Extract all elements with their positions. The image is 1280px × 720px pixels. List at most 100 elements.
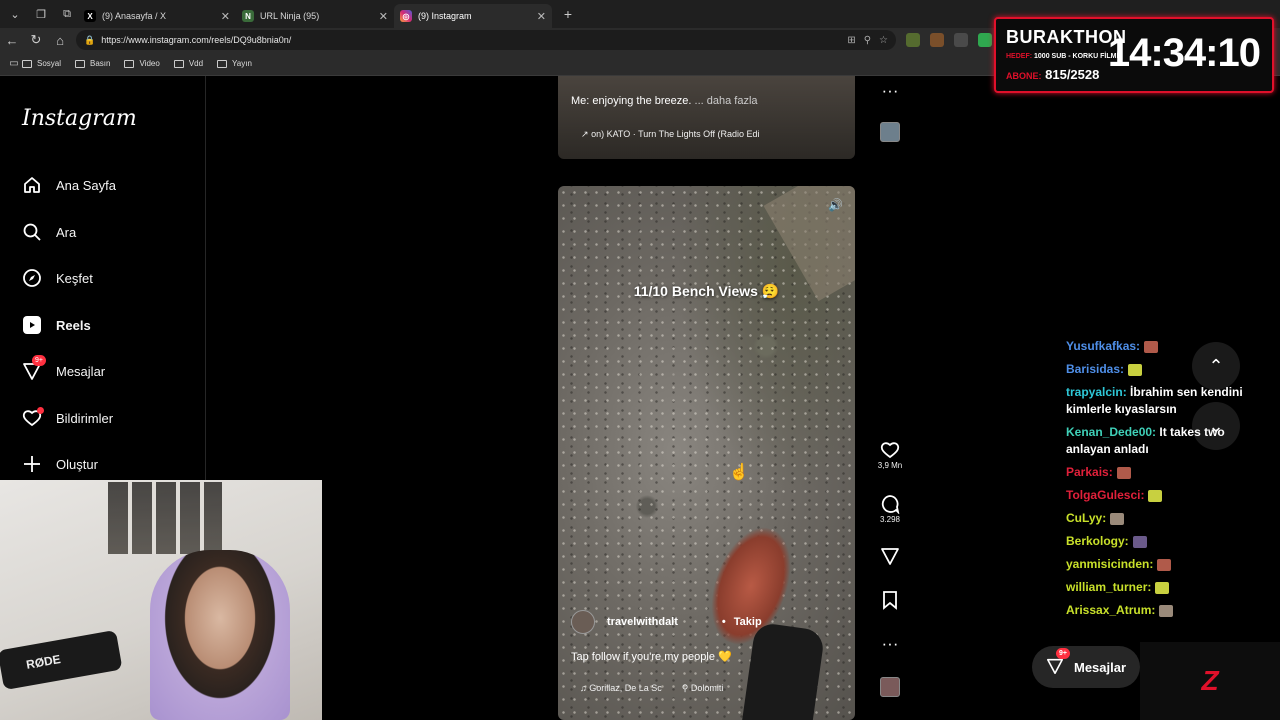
comment-count: 3.298 [879, 515, 901, 524]
workspaces-icon[interactable]: ❐ [30, 4, 52, 24]
chat-username: TolgaGulesci: [1066, 488, 1145, 502]
extension-icon[interactable] [954, 33, 968, 47]
messages-button[interactable]: 9+ Mesajlar [1032, 646, 1140, 688]
chat-message: TolgaGulesci: [1066, 487, 1266, 504]
save-button[interactable] [872, 590, 908, 610]
instagram-logo[interactable]: Instagram [22, 106, 137, 131]
goal-prefix: HEDEF: [1006, 53, 1033, 60]
more-options-icon[interactable]: ··· [872, 81, 908, 101]
url-input[interactable]: 🔒 https://www.instagram.com/reels/DQ9u8b… [76, 30, 896, 50]
app-icon[interactable]: ⊞ [847, 35, 855, 46]
sidebar-item-home[interactable]: Ana Sayfa [22, 175, 116, 195]
reel-music[interactable]: ♫ Gorillaz, De La Sc [580, 683, 662, 694]
previous-reel[interactable]: Me: enjoying the breeze. ... daha fazla … [558, 76, 855, 159]
reel-location[interactable]: ⚲ Dolomiti [682, 683, 724, 694]
tab-actions-icon[interactable]: ⧉ [56, 4, 78, 24]
sub-count: 815/2528 [1045, 67, 1100, 82]
folder-icon [75, 59, 86, 68]
chat-message: Berkology: [1066, 533, 1266, 550]
sidebar-item-label: Ara [56, 224, 77, 240]
heart-icon [872, 440, 908, 460]
zoom-icon[interactable]: ⚲ [864, 35, 871, 46]
emote-icon [1110, 512, 1125, 525]
follow-button[interactable]: Takip [734, 616, 762, 628]
bookmark-folder[interactable]: Sosyal [22, 59, 61, 68]
chat-username: Arissax_Atrum: [1066, 603, 1156, 617]
reel-music[interactable]: ↗ on) KATO · Turn The Lights Off (Radio … [581, 129, 759, 140]
reel-meta: ♫ Gorillaz, De La Sc ⚲ Dolomiti [580, 683, 723, 694]
emote-icon [1116, 466, 1131, 479]
chat-message: Parkais: [1066, 464, 1266, 481]
reel-video[interactable]: 🔊 11/10 Bench Views 😮‍💨 travelwithdalt •… [558, 186, 855, 720]
location-label: Dolomiti [690, 683, 724, 693]
comment-button[interactable]: 3.298 [872, 494, 908, 524]
tab-x[interactable]: X (9) Anasayfa / X ✕ [78, 4, 236, 28]
chat-message: Arissax_Atrum: [1066, 602, 1266, 619]
sidebar-item-explore[interactable]: Keşfet [22, 268, 93, 288]
url-text: https://www.instagram.com/reels/DQ9u8bni… [101, 35, 292, 45]
home-icon [22, 175, 42, 195]
bookmark-folder[interactable]: Basın [75, 59, 110, 68]
tab-instagram[interactable]: ◎ (9) Instagram ✕ [394, 4, 552, 28]
close-icon[interactable]: ✕ [379, 10, 388, 23]
back-icon[interactable]: ← [0, 29, 24, 51]
more-options-icon[interactable]: ··· [872, 634, 908, 654]
sidebar-item-search[interactable]: Ara [22, 222, 76, 242]
bookmark-icon [872, 590, 908, 610]
sidebar-item-label: Reels [56, 317, 91, 333]
chat-message: Kenan_Dede00: It takes two anlayan anlad… [1066, 424, 1266, 458]
bookmark-label: Basın [90, 59, 111, 68]
extension-icon[interactable] [978, 33, 992, 47]
chat-username: Yusufkafkas: [1066, 339, 1141, 353]
emote-icon [1148, 489, 1163, 502]
close-icon[interactable]: ✕ [537, 10, 546, 23]
prev-audio-thumbnail[interactable] [880, 122, 900, 142]
username[interactable]: travelwithdalt [607, 616, 678, 628]
tab-list-button[interactable]: ⌄ [4, 4, 26, 24]
chat-username: william_turner: [1066, 580, 1152, 594]
extension-icon[interactable] [906, 33, 920, 47]
chat-message: yanmisicinden: [1066, 556, 1266, 573]
close-icon[interactable]: ✕ [221, 10, 230, 23]
bookmark-folder[interactable]: Vdd [173, 59, 203, 68]
arrow-icon: ↗ [581, 129, 589, 139]
bookmark-folder[interactable]: Yayın [217, 59, 252, 68]
extension-icon[interactable] [930, 33, 944, 47]
heart-icon [22, 407, 44, 428]
sidebar-item-messages[interactable]: 9+ Mesajlar [22, 355, 105, 381]
tab-url-ninja[interactable]: N URL Ninja (95) ✕ [236, 4, 394, 28]
emote-icon [1132, 535, 1147, 548]
plus-icon [22, 454, 42, 474]
chat-username: Kenan_Dede00: [1066, 425, 1157, 439]
audio-thumbnail[interactable] [880, 677, 900, 697]
volume-icon[interactable]: 🔊 [828, 198, 843, 212]
emote-icon [1157, 558, 1172, 571]
bookmark-label: Yayın [232, 59, 252, 68]
favorite-star-icon[interactable]: ☆ [879, 35, 888, 46]
more-link[interactable]: ... daha fazla [695, 95, 758, 107]
channel-logo: Z [1140, 642, 1280, 720]
like-button[interactable]: 3,9 Mn [872, 440, 908, 470]
chat-username: Berkology: [1066, 534, 1129, 548]
sidebar-item-reels[interactable]: Reels [22, 315, 91, 335]
new-tab-button[interactable]: + [558, 4, 578, 24]
tab-label: (9) Anasayfa / X [102, 11, 167, 21]
emote-icon [1155, 581, 1170, 594]
reels-icon [22, 315, 42, 335]
share-button[interactable] [872, 546, 908, 566]
bookmark-folder[interactable]: Video [124, 59, 160, 68]
chat-username: yanmisicinden: [1066, 557, 1154, 571]
avatar[interactable] [571, 610, 595, 634]
sidebar-item-label: Ana Sayfa [56, 177, 116, 193]
instagram-icon: ◎ [400, 10, 412, 22]
bookmark-label: Video [139, 59, 160, 68]
sidebar-item-create[interactable]: Oluştur [22, 454, 98, 474]
chat-username: CuLyy: [1066, 511, 1107, 525]
reading-list-icon[interactable]: ▭ [6, 53, 22, 75]
home-icon[interactable]: ⌂ [48, 29, 72, 51]
reload-icon[interactable]: ↻ [24, 29, 48, 51]
sidebar-item-notifications[interactable]: Bildirimler [22, 407, 113, 428]
chat-message: trapyalcin: İbrahim sen kendini kimlerle… [1066, 384, 1266, 418]
timer-goal: HEDEF: 1000 SUB - KORKU FİLMİ [1006, 53, 1118, 60]
caption-text: Me: enjoying the breeze. [571, 95, 692, 107]
